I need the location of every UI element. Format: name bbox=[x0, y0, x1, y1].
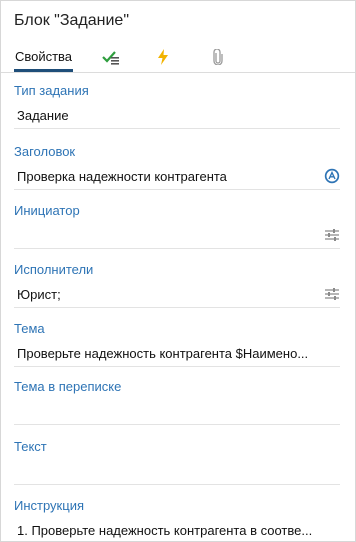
field-value[interactable]: Проверка надежности контрагента bbox=[17, 169, 317, 184]
settings-sliders-icon[interactable] bbox=[324, 286, 340, 302]
tab-checklist[interactable] bbox=[100, 41, 122, 72]
field-label: Текст bbox=[14, 439, 47, 454]
field-label: Тип задания bbox=[14, 83, 89, 98]
field-task-type[interactable]: Тип задания Задание bbox=[14, 83, 340, 139]
field-subject-heading[interactable]: Заголовок Проверка надежности контрагент… bbox=[14, 144, 340, 200]
settings-sliders-icon[interactable] bbox=[324, 227, 340, 243]
field-label: Тема в переписке bbox=[14, 379, 122, 394]
field-underline bbox=[14, 307, 340, 308]
field-underline bbox=[14, 248, 340, 249]
field-instruction[interactable]: Инструкция 1. Проверьте надежность контр… bbox=[14, 498, 340, 541]
field-value[interactable]: Задание bbox=[17, 108, 317, 123]
task-block-properties-panel: Блок "Задание" Свойства Тип задания Зада… bbox=[0, 0, 356, 542]
panel-title: Блок "Задание" bbox=[14, 12, 130, 29]
tab-attachments[interactable] bbox=[208, 41, 228, 72]
field-underline bbox=[14, 128, 340, 129]
field-performers[interactable]: Исполнители Юрист; bbox=[14, 262, 340, 318]
tab-properties-label: Свойства bbox=[14, 49, 73, 64]
field-value[interactable]: Проверьте надежность контрагента $Наимен… bbox=[17, 346, 343, 361]
field-label: Инструкция bbox=[14, 498, 84, 513]
field-text[interactable]: Текст bbox=[14, 439, 340, 495]
field-underline bbox=[14, 484, 340, 485]
field-value[interactable]: 1. Проверьте надежность контрагента в со… bbox=[17, 523, 343, 538]
field-label: Заголовок bbox=[14, 144, 76, 159]
checklist-icon bbox=[102, 50, 119, 65]
field-mail-topic[interactable]: Тема в переписке bbox=[14, 379, 340, 435]
tab-properties[interactable]: Свойства bbox=[14, 41, 73, 72]
field-underline bbox=[14, 366, 340, 367]
paperclip-icon bbox=[213, 48, 223, 65]
field-topic[interactable]: Тема Проверьте надежность контрагента $Н… bbox=[14, 321, 340, 377]
field-label: Инициатор bbox=[14, 203, 80, 218]
tabs-divider bbox=[1, 72, 355, 73]
field-label: Исполнители bbox=[14, 262, 94, 277]
tab-events[interactable] bbox=[153, 41, 173, 72]
lightning-icon bbox=[158, 48, 168, 65]
tab-bar: Свойства bbox=[1, 41, 355, 72]
field-label: Тема bbox=[14, 321, 45, 336]
field-underline bbox=[14, 189, 340, 190]
field-value[interactable]: Юрист; bbox=[17, 287, 317, 302]
field-initiator[interactable]: Инициатор bbox=[14, 203, 340, 259]
field-underline bbox=[14, 424, 340, 425]
expression-icon[interactable] bbox=[324, 168, 340, 184]
